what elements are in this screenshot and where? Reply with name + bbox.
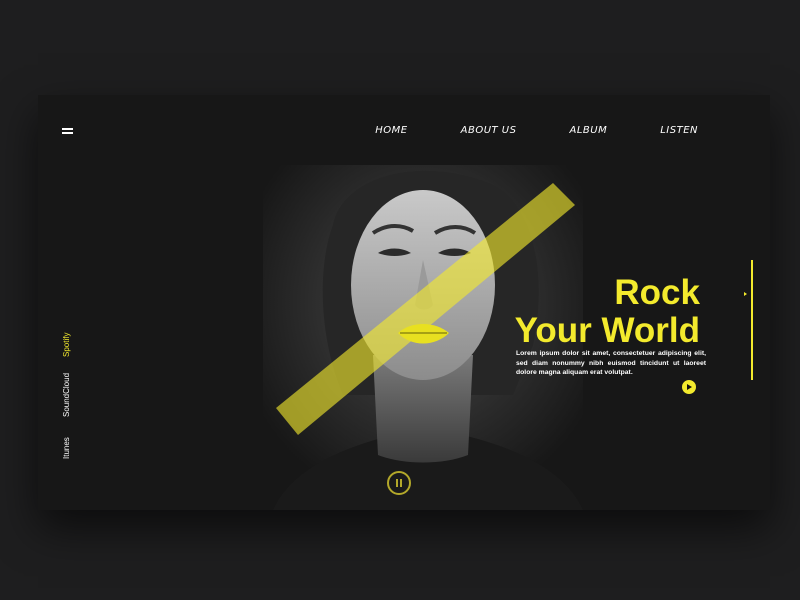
headline-line-1: Rock [614, 273, 700, 312]
sidebar-link-spotify[interactable]: Spotify [62, 333, 71, 357]
hero-card: HOME ABOUT US ALBUM LISTEN Rock Your Wor… [38, 95, 770, 510]
play-button[interactable] [682, 380, 696, 394]
sidebar-link-soundcloud[interactable]: SoundCloud [62, 373, 71, 417]
hero-description: Lorem ipsum dolor sit amet, consectetuer… [516, 350, 706, 377]
nav-about-us[interactable]: ABOUT US [461, 125, 517, 136]
pause-icon [396, 479, 398, 487]
hamburger-menu-icon[interactable] [62, 128, 73, 134]
play-icon [687, 384, 692, 390]
pause-button[interactable] [387, 471, 411, 495]
headline-line-2: Your World [514, 311, 700, 350]
pause-icon-bar [400, 479, 402, 487]
nav-album[interactable]: ALBUM [569, 125, 607, 136]
hero-headline: Rock Your World [515, 274, 700, 350]
sidebar-link-itunes[interactable]: Itunes [62, 437, 71, 459]
nav-home[interactable]: HOME [375, 125, 407, 136]
side-progress-line [751, 260, 753, 380]
nav-listen[interactable]: LISTEN [660, 125, 698, 136]
side-arrow-icon[interactable] [744, 292, 747, 296]
main-nav: HOME ABOUT US ALBUM LISTEN [322, 125, 698, 136]
